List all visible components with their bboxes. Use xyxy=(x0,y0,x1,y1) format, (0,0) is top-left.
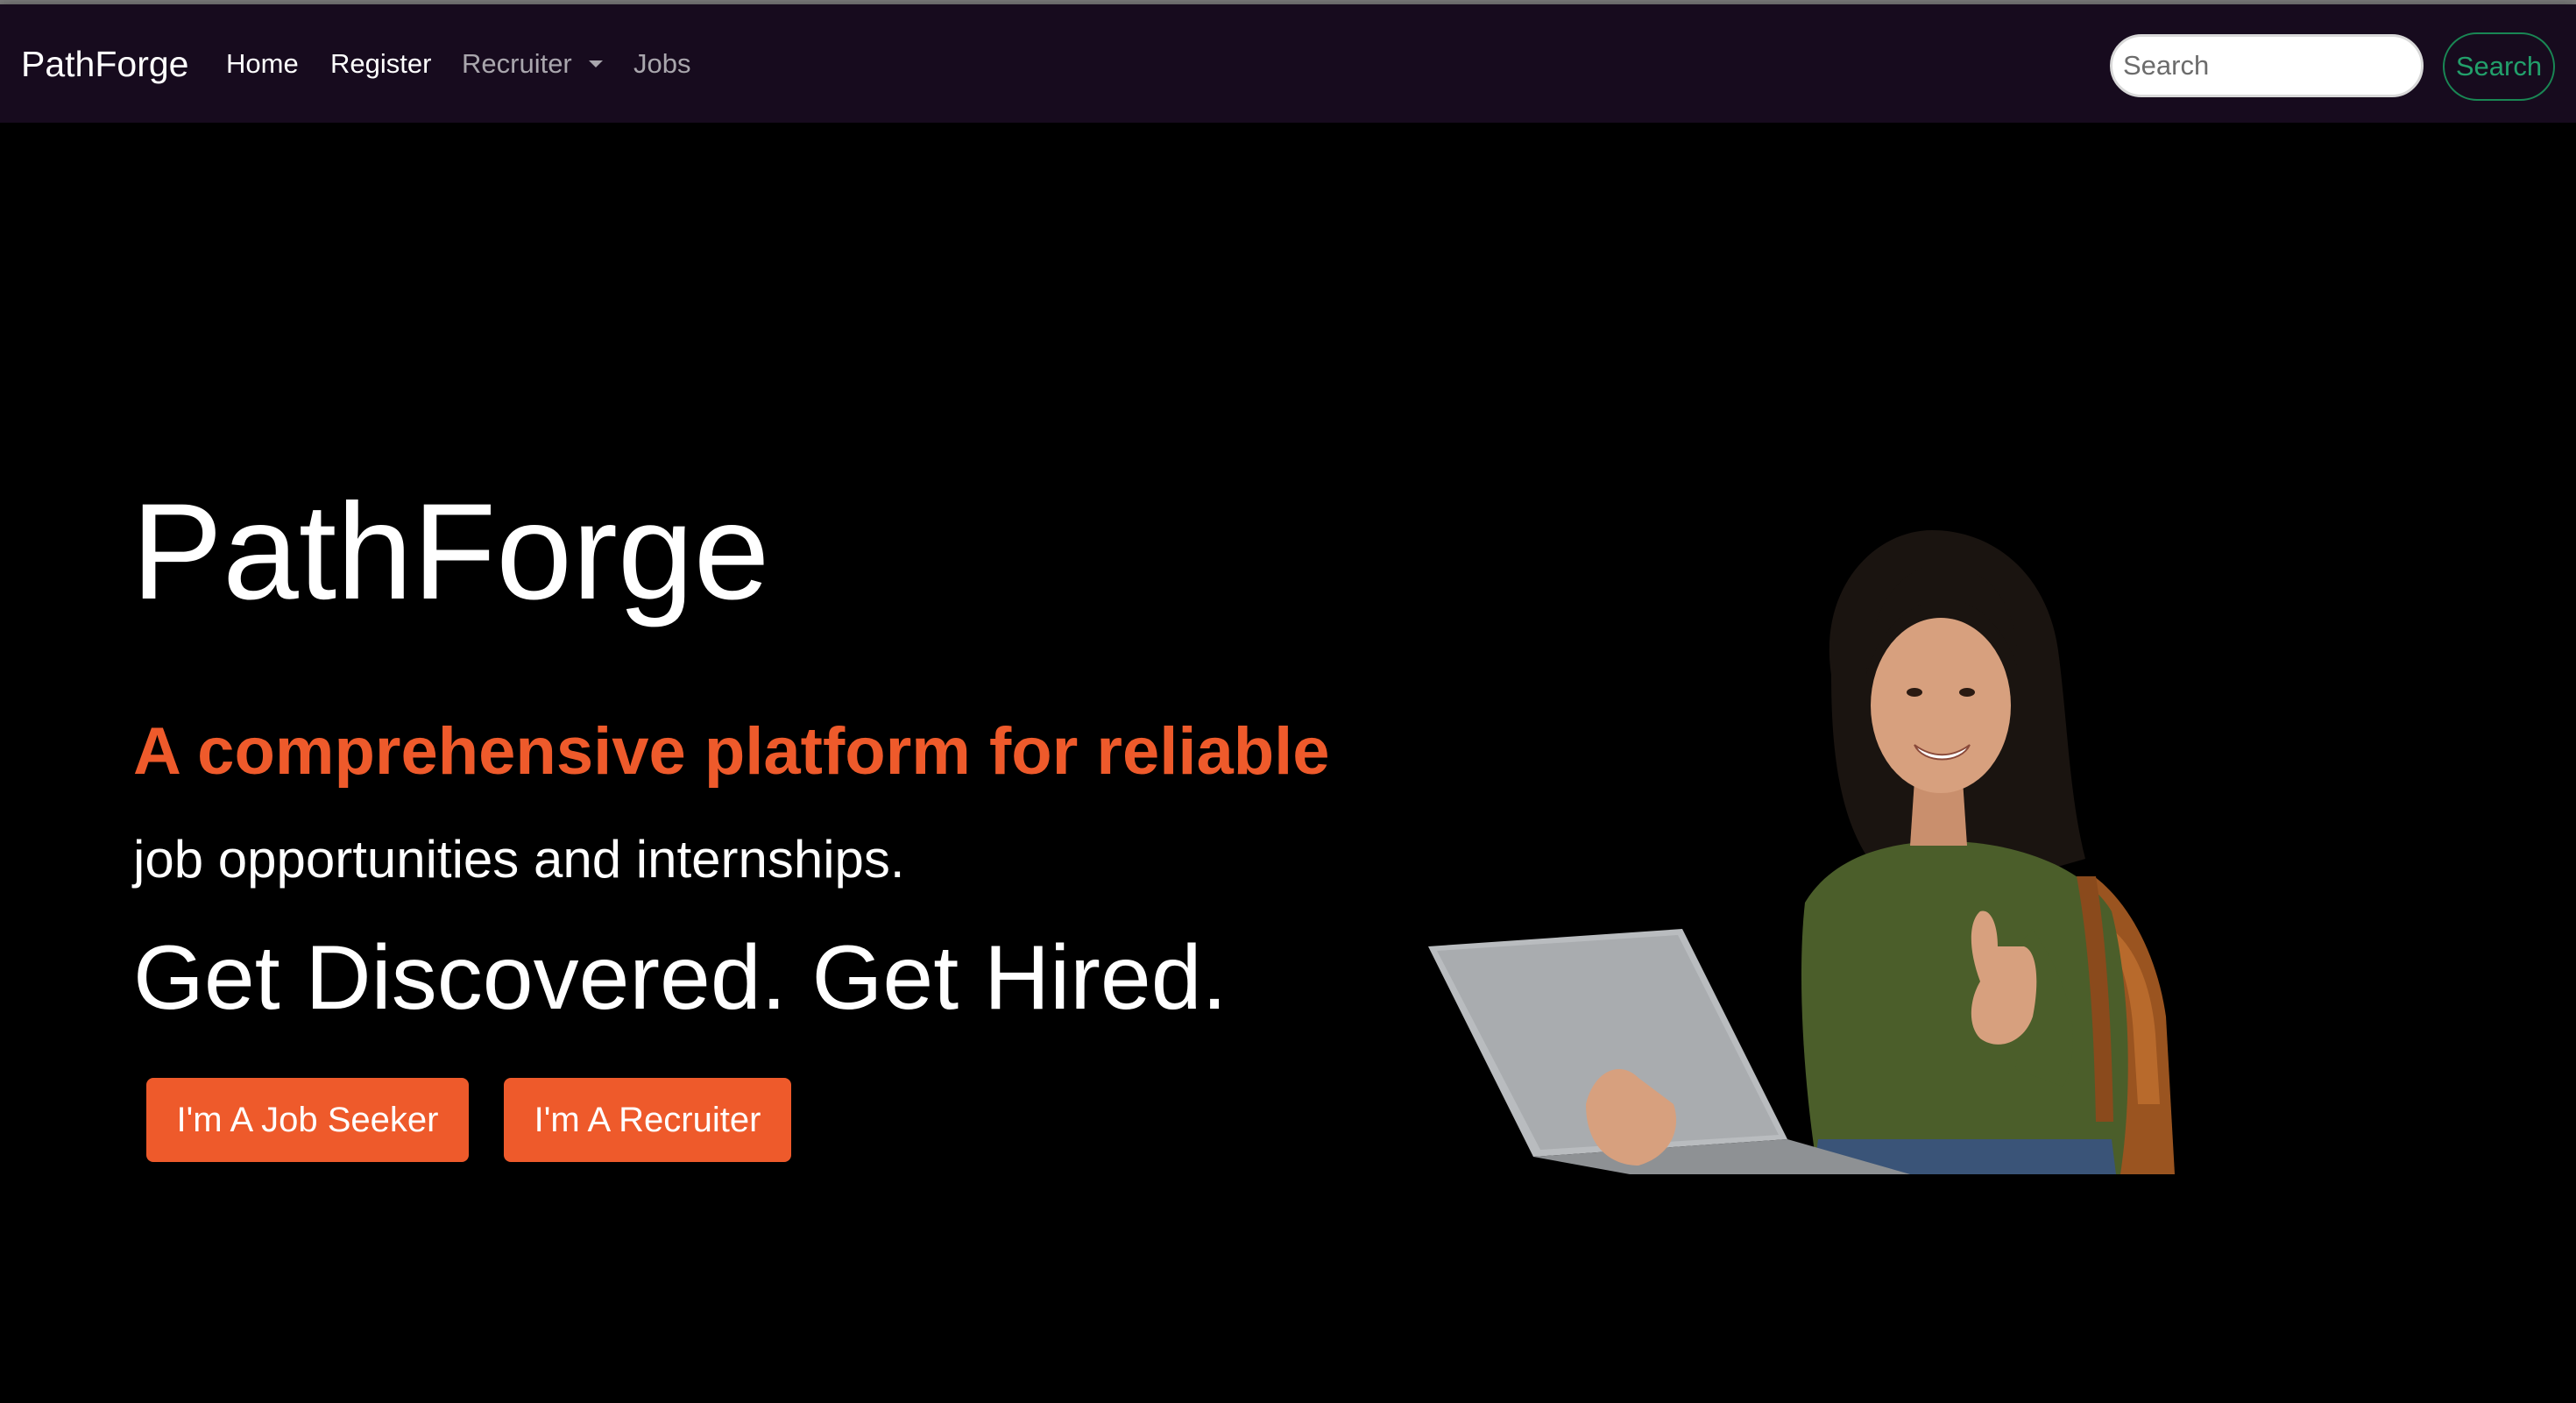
recruiter-button[interactable]: I'm A Recruiter xyxy=(504,1078,791,1162)
hero-tagline: A comprehensive platform for reliable xyxy=(133,714,1330,789)
search-input[interactable] xyxy=(2110,34,2424,97)
brand-logo[interactable]: PathForge xyxy=(21,43,188,85)
job-seeker-button[interactable]: I'm A Job Seeker xyxy=(146,1078,469,1162)
navbar: PathForge Home Register Recruiter Jobs S… xyxy=(0,4,2576,123)
hero-subtitle: job opportunities and internships. xyxy=(133,830,905,889)
hero-person-image xyxy=(1428,530,2175,1174)
caret-down-icon[interactable] xyxy=(589,60,603,67)
search-button[interactable]: Search xyxy=(2443,32,2555,101)
nav-link-home[interactable]: Home xyxy=(226,48,299,80)
hero-title: PathForge xyxy=(131,476,770,628)
nav-link-register[interactable]: Register xyxy=(330,48,431,80)
hero-slogan: Get Discovered. Get Hired. xyxy=(133,927,1228,1029)
nav-link-jobs[interactable]: Jobs xyxy=(633,48,690,80)
nav-dropdown-recruiter[interactable]: Recruiter xyxy=(462,48,572,80)
